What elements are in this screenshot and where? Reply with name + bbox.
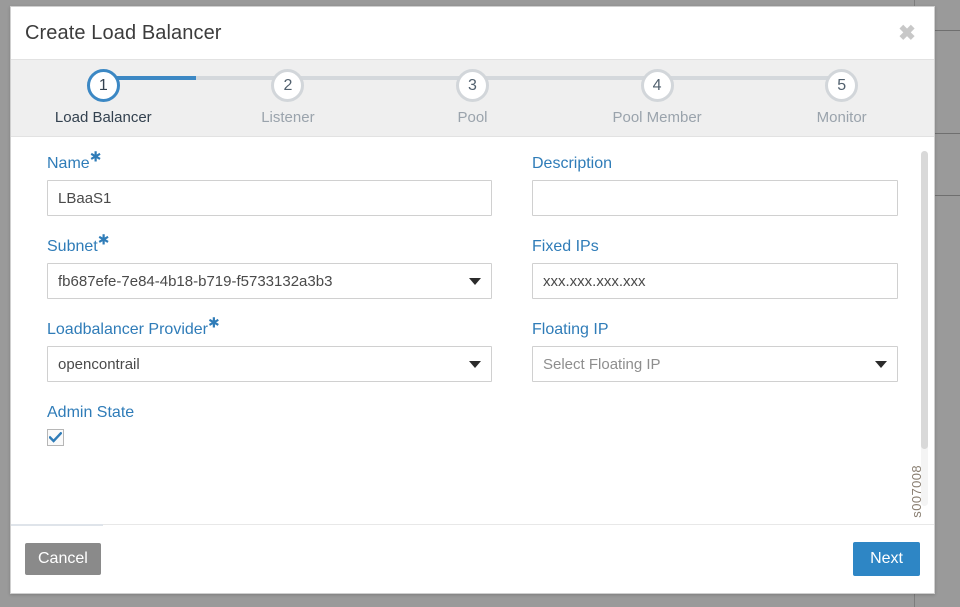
subnet-select-wrap: fb687efe-7e84-4b18-b719-f5733132a3b3 <box>47 263 492 299</box>
description-label: Description <box>532 155 613 172</box>
floating-ip-select[interactable]: Select Floating IP <box>532 346 898 382</box>
step-label-load-balancer[interactable]: Load Balancer <box>55 109 152 126</box>
name-label: Name✱ <box>47 148 102 172</box>
required-asterisk: ✱ <box>97 231 110 248</box>
step-number-2[interactable]: 2 <box>271 69 305 102</box>
wizard-step-pool-member[interactable]: 4 Pool Member <box>565 69 750 126</box>
step-label-listener[interactable]: Listener <box>261 109 314 126</box>
wizard-step-monitor[interactable]: 5 Monitor <box>749 69 934 126</box>
subnet-label: Subnet✱ <box>47 231 110 255</box>
wizard-step-listener[interactable]: 2 Listener <box>196 69 381 126</box>
step-number-3[interactable]: 3 <box>455 69 489 102</box>
footer-accent-line <box>11 524 103 526</box>
close-icon[interactable]: ✖ <box>894 20 920 46</box>
dialog-title: Create Load Balancer <box>25 21 222 44</box>
step-number-1[interactable]: 1 <box>86 69 120 102</box>
step-label-monitor[interactable]: Monitor <box>817 109 867 126</box>
required-asterisk: ✱ <box>89 148 102 165</box>
dialog-body: Name✱ Description Subnet✱ fb687efe-7e84-… <box>11 137 934 524</box>
floating-ip-select-wrap: Select Floating IP <box>532 346 898 382</box>
wizard-stepper: 1 Load Balancer 2 Listener 3 Pool 4 Pool… <box>11 59 934 137</box>
field-name: Name✱ <box>47 148 492 216</box>
description-input[interactable] <box>532 180 898 216</box>
subnet-select[interactable]: fb687efe-7e84-4b18-b719-f5733132a3b3 <box>47 263 492 299</box>
loadbalancer-provider-select-wrap: opencontrail <box>47 346 492 382</box>
step-label-pool-member[interactable]: Pool Member <box>612 109 701 126</box>
body-scrollbar-thumb[interactable] <box>921 151 928 450</box>
fixed-ips-input[interactable] <box>532 263 898 299</box>
field-loadbalancer-provider: Loadbalancer Provider✱ opencontrail <box>47 314 492 382</box>
field-subnet: Subnet✱ fb687efe-7e84-4b18-b719-f5733132… <box>47 231 492 299</box>
dialog-footer: Cancel Next <box>11 524 934 593</box>
figure-reference-label: s007008 <box>909 465 924 518</box>
name-input[interactable] <box>47 180 492 216</box>
field-description: Description <box>532 155 898 216</box>
field-spacer <box>532 404 898 468</box>
step-number-5[interactable]: 5 <box>825 69 859 102</box>
wizard-step-load-balancer[interactable]: 1 Load Balancer <box>11 69 196 126</box>
body-scrollbar[interactable] <box>921 151 928 506</box>
create-load-balancer-dialog: Create Load Balancer ✖ 1 Load Balancer 2… <box>10 6 935 594</box>
required-asterisk: ✱ <box>208 314 220 331</box>
dialog-header: Create Load Balancer ✖ <box>11 7 934 59</box>
cancel-button[interactable]: Cancel <box>25 542 101 576</box>
step-label-pool[interactable]: Pool <box>457 109 487 126</box>
field-floating-ip: Floating IP Select Floating IP <box>532 321 898 382</box>
fixed-ips-label: Fixed IPs <box>532 238 599 255</box>
field-fixed-ips: Fixed IPs <box>532 238 898 299</box>
admin-state-label: Admin State <box>47 404 135 421</box>
field-admin-state: Admin State <box>47 404 492 446</box>
admin-state-checkbox[interactable] <box>47 429 64 446</box>
loadbalancer-provider-label: Loadbalancer Provider✱ <box>47 314 220 338</box>
step-number-4[interactable]: 4 <box>640 69 674 102</box>
checkmark-icon <box>49 432 62 443</box>
next-button[interactable]: Next <box>853 541 920 577</box>
load-balancer-form: Name✱ Description Subnet✱ fb687efe-7e84-… <box>11 148 934 468</box>
loadbalancer-provider-select[interactable]: opencontrail <box>47 346 492 382</box>
floating-ip-label: Floating IP <box>532 321 609 338</box>
wizard-step-pool[interactable]: 3 Pool <box>380 69 565 126</box>
